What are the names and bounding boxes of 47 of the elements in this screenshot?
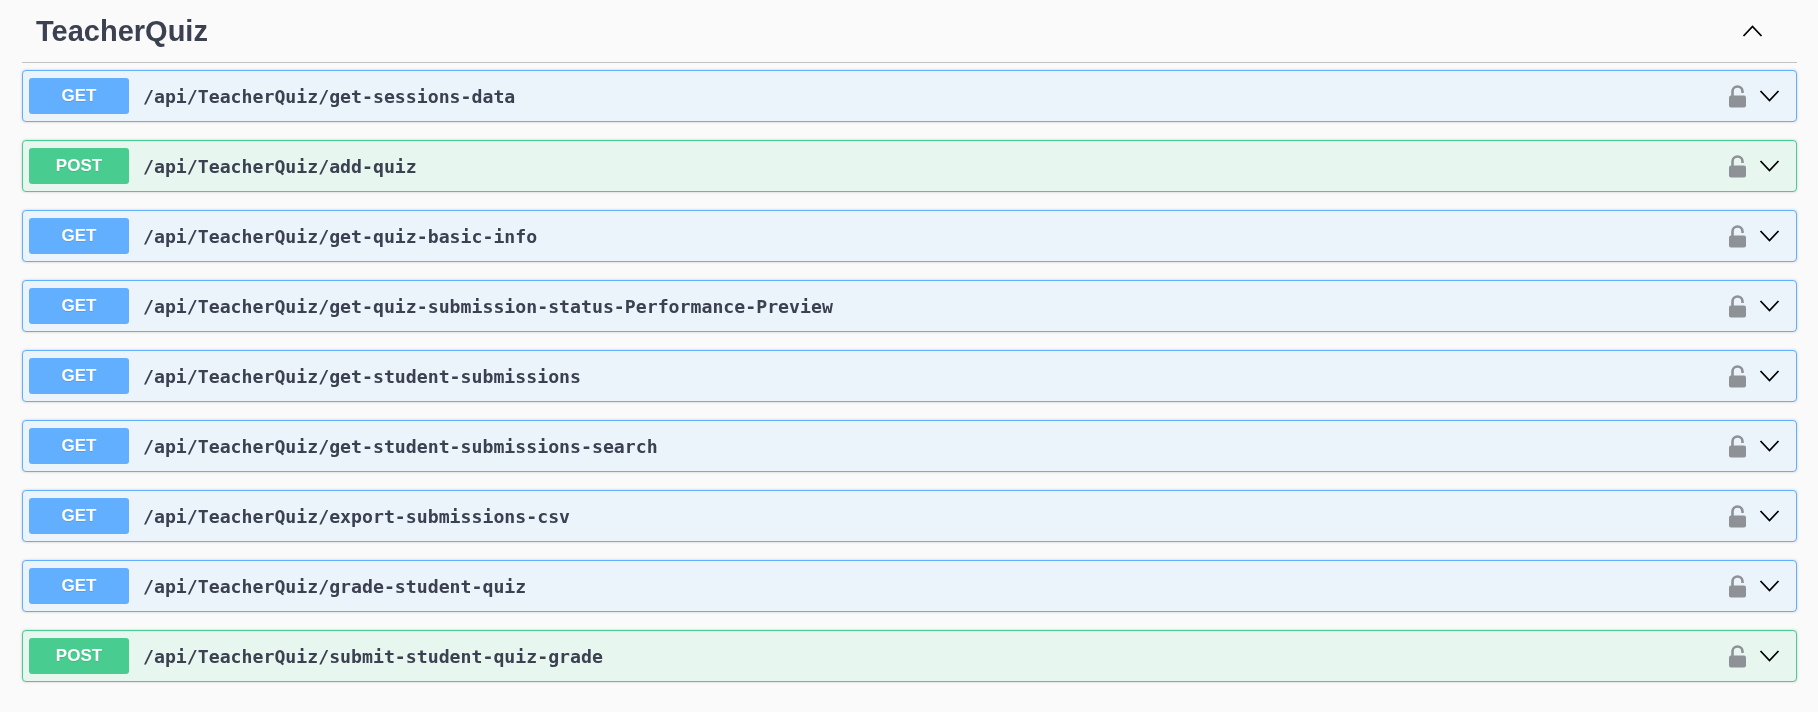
endpoint-row[interactable]: GET /api/TeacherQuiz/get-student-submissions-search <box>22 420 1797 472</box>
open-padlock-icon[interactable] <box>1728 434 1747 458</box>
endpoint-path: /api/TeacherQuiz/get-student-submissions-search <box>143 435 659 457</box>
open-padlock-icon[interactable] <box>1728 574 1747 598</box>
chevron-down-icon[interactable] <box>1759 650 1780 662</box>
endpoint-path: /api/TeacherQuiz/export-submissions-csv <box>143 505 572 527</box>
endpoint-row[interactable]: GET /api/TeacherQuiz/export-submissions-csv <box>22 490 1797 542</box>
chevron-down-icon[interactable] <box>1759 510 1780 522</box>
endpoint-path: /api/TeacherQuiz/get-quiz-submission-status-Performance-Preview <box>143 295 834 317</box>
http-method-label: GET <box>29 428 129 464</box>
endpoint-row[interactable]: GET /api/TeacherQuiz/get-quiz-submission-status-Performance-Preview <box>22 280 1797 332</box>
open-padlock-icon[interactable] <box>1728 154 1747 178</box>
http-method-label: POST <box>29 638 129 674</box>
endpoint-row[interactable]: GET /api/TeacherQuiz/get-student-submissions <box>22 350 1797 402</box>
open-padlock-icon[interactable] <box>1728 294 1747 318</box>
section-title: TeacherQuiz <box>36 14 209 48</box>
chevron-down-icon[interactable] <box>1759 160 1780 172</box>
endpoint-path: /api/TeacherQuiz/get-quiz-basic-info <box>143 225 539 247</box>
endpoint-path: /api/TeacherQuiz/add-quiz <box>143 155 418 177</box>
http-method-label: GET <box>29 288 129 324</box>
open-padlock-icon[interactable] <box>1728 84 1747 108</box>
chevron-down-icon[interactable] <box>1759 230 1780 242</box>
http-method-label: GET <box>29 78 129 114</box>
chevron-down-icon[interactable] <box>1759 580 1780 592</box>
http-method-label: GET <box>29 358 129 394</box>
endpoint-row[interactable]: GET /api/TeacherQuiz/get-sessions-data <box>22 70 1797 122</box>
http-method-label: GET <box>29 498 129 534</box>
http-method-label: GET <box>29 568 129 604</box>
endpoint-row[interactable]: POST /api/TeacherQuiz/add-quiz <box>22 140 1797 192</box>
chevron-down-icon[interactable] <box>1759 300 1780 312</box>
chevron-down-icon[interactable] <box>1759 440 1780 452</box>
endpoint-path: /api/TeacherQuiz/submit-student-quiz-grade <box>143 645 604 667</box>
endpoint-row[interactable]: GET /api/TeacherQuiz/get-quiz-basic-info <box>22 210 1797 262</box>
http-method-label: POST <box>29 148 129 184</box>
open-padlock-icon[interactable] <box>1728 364 1747 388</box>
open-padlock-icon[interactable] <box>1728 644 1747 668</box>
open-padlock-icon[interactable] <box>1728 504 1747 528</box>
http-method-label: GET <box>29 218 129 254</box>
chevron-down-icon[interactable] <box>1759 90 1780 102</box>
open-padlock-icon[interactable] <box>1728 224 1747 248</box>
endpoint-path: /api/TeacherQuiz/get-student-submissions <box>143 365 582 387</box>
chevron-up-icon[interactable] <box>1742 25 1763 37</box>
endpoint-path: /api/TeacherQuiz/get-sessions-data <box>143 85 517 107</box>
chevron-down-icon[interactable] <box>1759 370 1780 382</box>
endpoint-row[interactable]: POST /api/TeacherQuiz/submit-student-quiz-grade <box>22 630 1797 682</box>
endpoint-path: /api/TeacherQuiz/grade-student-quiz <box>143 575 528 597</box>
endpoint-row[interactable]: GET /api/TeacherQuiz/grade-student-quiz <box>22 560 1797 612</box>
